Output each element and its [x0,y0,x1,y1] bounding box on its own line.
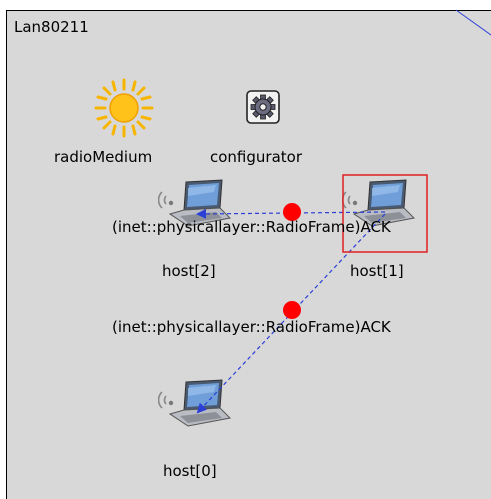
message-label-1: (inet::physicallayer::RadioFrame)ACK [112,218,391,236]
network-canvas: Lan80211 radioMedium configurator host[2… [0,0,491,499]
message-label-2: (inet::physicallayer::RadioFrame)ACK [112,318,391,336]
message-overlay [196,174,428,414]
selection-box-host1 [342,174,428,253]
message-dot-2[interactable] [283,301,301,319]
